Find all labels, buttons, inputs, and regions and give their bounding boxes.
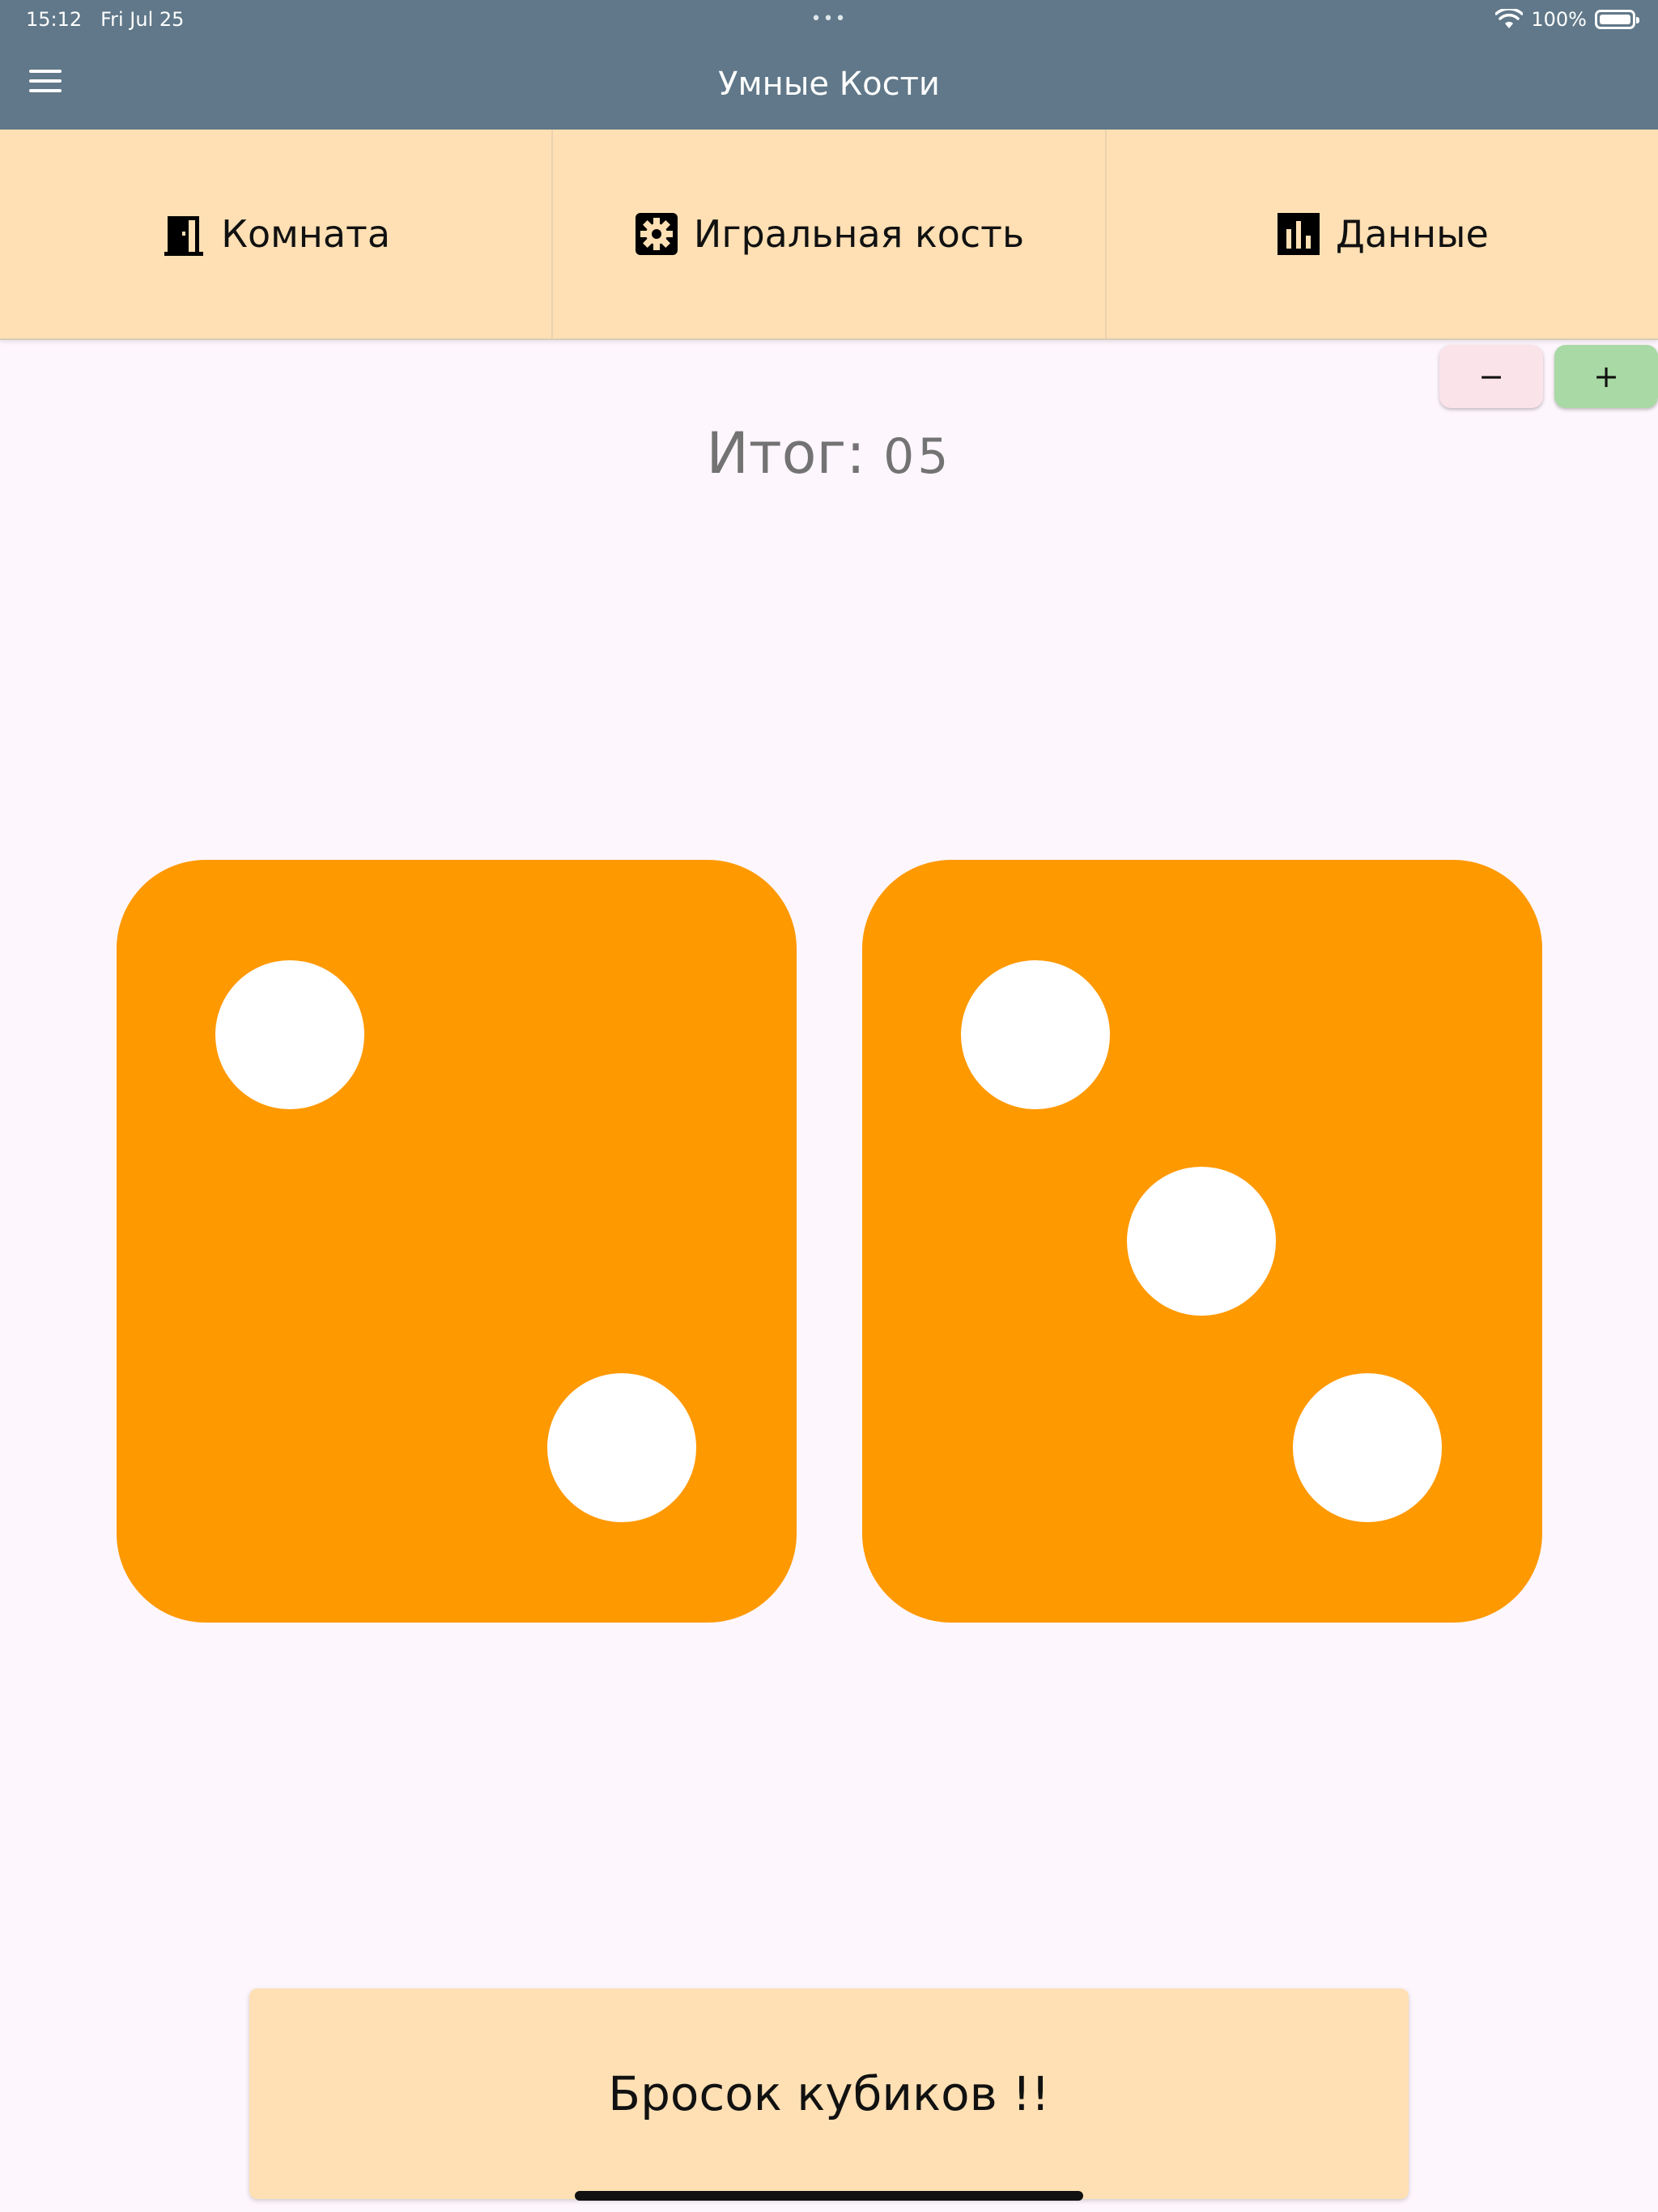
status-right: 100% (1495, 6, 1639, 32)
tab-die-label: Игральная кость (693, 212, 1025, 256)
tab-data-label: Данные (1335, 212, 1489, 256)
die-pip (215, 960, 364, 1109)
app-title: Умные Кости (718, 66, 940, 103)
total-display: Итог: 05 (0, 413, 1658, 494)
die-two[interactable] (862, 860, 1542, 1623)
tab-room[interactable]: Комната (0, 130, 554, 338)
decrease-dice-button[interactable]: − (1439, 345, 1543, 408)
bar-chart-icon (1277, 213, 1320, 255)
die-one[interactable] (117, 860, 797, 1623)
wifi-icon (1495, 9, 1524, 28)
roll-dice-button[interactable]: Бросок кубиков !! (249, 1989, 1409, 2199)
home-indicator[interactable] (575, 2191, 1083, 2201)
tab-data[interactable]: Данные (1107, 130, 1658, 338)
door-icon (164, 216, 204, 256)
battery-icon (1595, 10, 1639, 29)
gear-icon (635, 213, 678, 255)
status-date: Fri Jul 25 (100, 8, 185, 31)
tab-die[interactable]: Игральная кость (553, 130, 1107, 338)
die-pip (1127, 1167, 1276, 1316)
tab-bar: Комната Игральная кость Данные (0, 130, 1658, 340)
tab-room-label: Комната (221, 212, 391, 256)
status-time-date: 15:12 Fri Jul 25 (26, 6, 184, 32)
die-pip (961, 960, 1110, 1109)
die-pip (547, 1373, 696, 1522)
multitasking-dots-icon[interactable]: ••• (805, 6, 853, 32)
status-time: 15:12 (26, 8, 83, 31)
die-pip (1293, 1373, 1442, 1522)
battery-percent: 100% (1531, 8, 1587, 31)
total-label: Итог: (706, 420, 865, 487)
total-value: 05 (883, 428, 952, 485)
increase-dice-button[interactable]: + (1554, 345, 1658, 408)
